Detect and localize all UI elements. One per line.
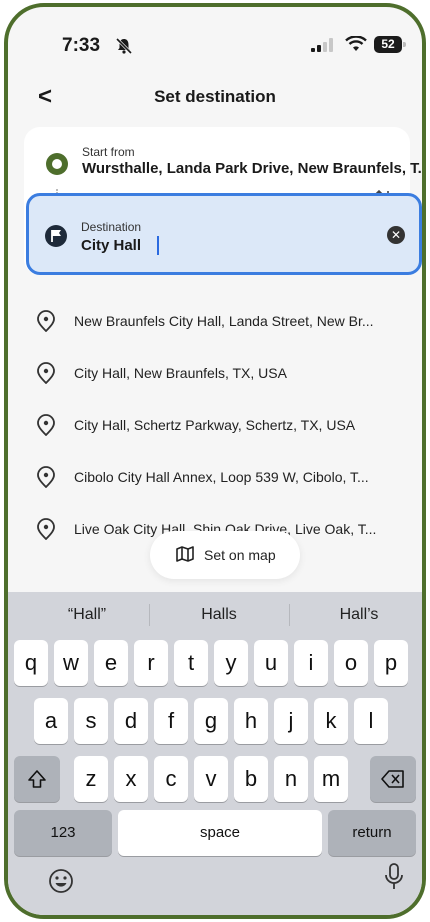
prediction-divider [149,604,150,626]
destination-field[interactable]: Destination City Hall ✕ [26,193,422,275]
microphone-icon[interactable] [384,862,404,897]
status-time: 7:33 [62,35,101,56]
key[interactable]: l [354,698,388,744]
key[interactable]: m [314,756,348,802]
key[interactable]: a [34,698,68,744]
start-label: Start from [82,145,135,159]
prediction-bar: “Hall” Halls Hall’s [8,592,422,640]
prediction-item[interactable]: Halls [154,606,284,624]
backspace-icon [381,770,404,788]
delete-key[interactable] [370,756,416,802]
suggestion-text: New Braunfels City Hall, Landa Street, N… [74,313,374,329]
key[interactable]: p [374,640,408,686]
key[interactable]: j [274,698,308,744]
key[interactable]: c [154,756,188,802]
emoji-icon[interactable] [48,868,74,899]
key[interactable]: d [114,698,148,744]
flag-icon [45,225,67,247]
key[interactable]: e [94,640,128,686]
set-on-map-label: Set on map [204,547,276,563]
start-value: Wursthalle, Landa Park Drive, New Braunf… [82,160,426,177]
suggestion-text: City Hall, New Braunfels, TX, USA [74,365,287,381]
destination-input[interactable]: City Hall [81,237,141,254]
start-location-icon [46,153,68,175]
destination-label: Destination [81,220,142,234]
set-on-map-button[interactable]: Set on map [150,531,300,579]
suggestion-item[interactable]: City Hall, Schertz Parkway, Schertz, TX,… [8,399,422,451]
signal-icon [311,38,333,57]
key[interactable]: t [174,640,208,686]
key[interactable]: w [54,640,88,686]
clear-icon[interactable]: ✕ [387,226,405,244]
location-pin-icon [36,466,56,493]
text-cursor [157,236,159,255]
keyboard: “Hall” Halls Hall’s q w e r t y u i o p … [8,592,422,915]
prediction-divider [289,604,290,626]
key[interactable]: y [214,640,248,686]
key[interactable]: k [314,698,348,744]
page-title: Set destination [154,87,276,106]
suggestion-item[interactable]: Cibolo City Hall Annex, Loop 539 W, Cibo… [8,451,422,503]
space-key[interactable]: space [118,810,322,856]
key[interactable]: n [274,756,308,802]
key[interactable]: v [194,756,228,802]
key[interactable]: f [154,698,188,744]
battery-indicator: 52 [374,36,406,53]
key[interactable]: s [74,698,108,744]
phone-frame: 7:33 52 < Set destination Start from Wur… [4,3,426,919]
numbers-key[interactable]: 123 [14,810,112,856]
location-pin-icon [36,310,56,337]
location-pin-icon [36,362,56,389]
suggestion-item[interactable]: City Hall, New Braunfels, TX, USA [8,347,422,399]
return-key[interactable]: return [328,810,416,856]
prediction-item[interactable]: “Hall” [22,606,152,624]
key[interactable]: i [294,640,328,686]
header: < Set destination [8,75,422,119]
location-pin-icon [36,518,56,545]
map-icon [176,546,194,567]
key[interactable]: g [194,698,228,744]
suggestion-text: Cibolo City Hall Annex, Loop 539 W, Cibo… [74,469,369,485]
key[interactable]: b [234,756,268,802]
shift-key[interactable] [14,756,60,802]
suggestion-item[interactable]: New Braunfels City Hall, Landa Street, N… [8,295,422,347]
key[interactable]: o [334,640,368,686]
location-pin-icon [36,414,56,441]
key[interactable]: q [14,640,48,686]
key[interactable]: x [114,756,148,802]
key[interactable]: u [254,640,288,686]
status-bar: 7:33 52 [8,7,422,65]
prediction-item[interactable]: Hall’s [294,606,422,624]
silent-bell-icon [115,37,133,55]
key[interactable]: z [74,756,108,802]
key[interactable]: h [234,698,268,744]
key[interactable]: r [134,640,168,686]
shift-icon [28,770,46,788]
start-field[interactable]: Start from Wursthalle, Landa Park Drive,… [24,127,422,189]
suggestion-text: City Hall, Schertz Parkway, Schertz, TX,… [74,417,356,433]
wifi-icon [345,35,367,57]
